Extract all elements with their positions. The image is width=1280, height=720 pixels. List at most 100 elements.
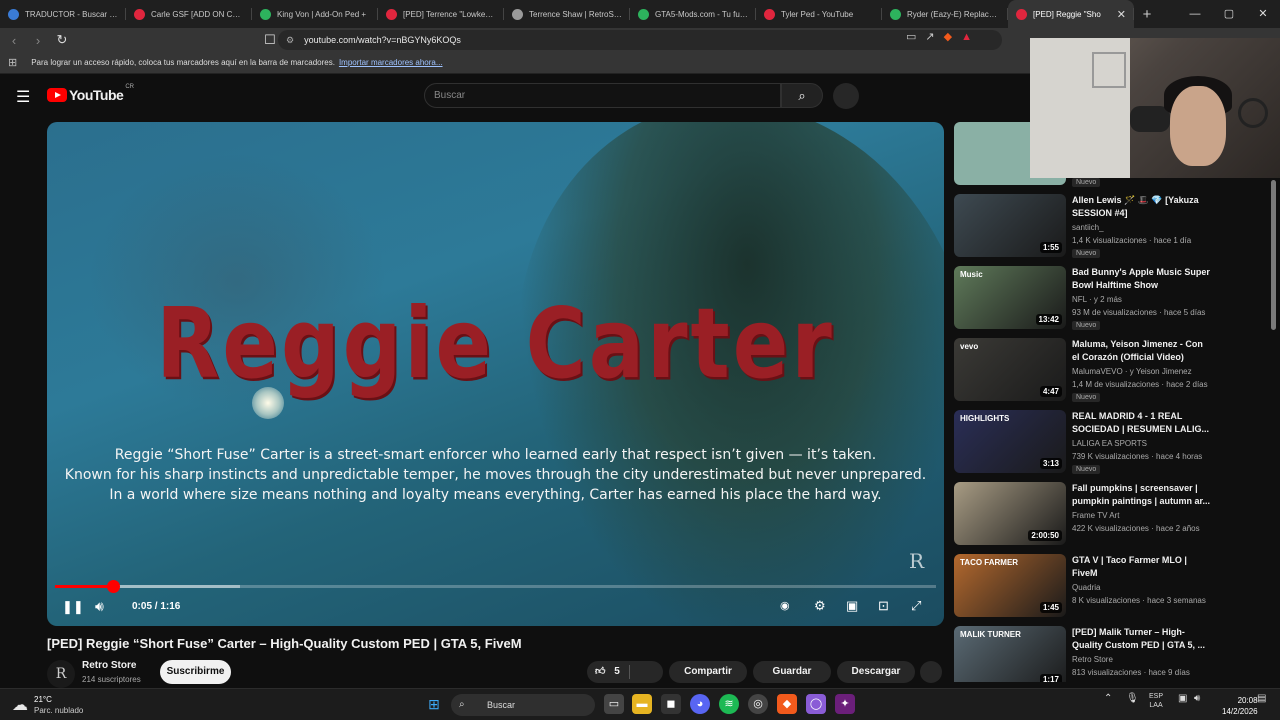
recommendation-card[interactable]: HIGHLIGHTS 3:13 REAL MADRID 4 - 1 REAL SOC…	[954, 410, 1270, 476]
video-thumbnail[interactable]: TACO FARMER 1:45	[954, 554, 1066, 617]
import-bookmarks-link[interactable]: Importar marcadores ahora...	[339, 58, 443, 67]
recommendation-channel[interactable]: Retro Store	[1072, 654, 1222, 666]
video-thumbnail[interactable]: 1:55	[954, 194, 1066, 257]
search-button[interactable]: ⌕	[781, 83, 823, 108]
recommendation-channel[interactable]: NFL · y 2 más	[1072, 294, 1222, 306]
recommendation-title[interactable]: REAL MADRID 4 - 1 REAL SOCIEDAD | RESUME…	[1072, 410, 1212, 436]
scrubber-handle[interactable]	[107, 580, 121, 593]
apps-grid-icon[interactable]: ⊞	[8, 56, 17, 69]
back-icon[interactable]: ‹	[4, 33, 24, 48]
video-thumbnail[interactable]: MALIK TURNER 1:17	[954, 626, 1066, 682]
address-bar[interactable]: ⚙ youtube.com/watch?v=nBGYNy6KOQs	[278, 30, 1002, 50]
download-button[interactable]: Descargar	[837, 661, 915, 683]
recommendation-card[interactable]: TACO FARMER 1:45 GTA V | Taco Farmer MLO |…	[954, 554, 1270, 620]
share-icon[interactable]: ↗	[925, 30, 934, 43]
browser-tab[interactable]: Terrence Shaw | RetroStore	[504, 0, 630, 28]
network-icon[interactable]: ▣	[1178, 693, 1187, 704]
settings-gear-icon[interactable]: ⚙	[814, 598, 826, 614]
file-explorer-icon[interactable]: ▬	[632, 694, 652, 714]
browser-tab[interactable]: [PED] Terrence "Lowkey" S	[378, 0, 504, 28]
menu-icon[interactable]: ☰	[16, 87, 30, 107]
forward-icon[interactable]: ›	[28, 33, 48, 48]
weather-icon[interactable]: ☁	[12, 695, 28, 715]
youtube-logo[interactable]: YouTube CR	[47, 84, 134, 103]
brave-shield-icon[interactable]: ◆	[944, 30, 952, 43]
channel-avatar[interactable]: R	[47, 660, 75, 688]
start-icon[interactable]: ⊞	[424, 694, 444, 714]
new-tab-button[interactable]: +	[1134, 6, 1160, 23]
minimize-button[interactable]: —	[1178, 0, 1212, 28]
language-indicator[interactable]: ESP LAA	[1149, 692, 1163, 710]
recommendation-title[interactable]: Bad Bunny's Apple Music Super Bowl Halft…	[1072, 266, 1212, 292]
browser-tab[interactable]: Tyler Ped - YouTube	[756, 0, 882, 28]
recommendation-title[interactable]: Allen Lewis 🪄 🎩 💎 [Yakuza SESSION #4]	[1072, 194, 1212, 220]
recommendation-channel[interactable]: MalumaVEVO · y Yeison Jimenez	[1072, 366, 1222, 378]
video-thumbnail[interactable]: 2:00:50	[954, 482, 1066, 545]
install-app-icon[interactable]: ▭	[906, 30, 916, 43]
steam-icon[interactable]: ◎	[748, 694, 768, 714]
browser-tab[interactable]: Carle GSF [ADD ON CUST	[126, 0, 252, 28]
notifications-icon[interactable]: ▤	[1257, 693, 1266, 704]
like-button[interactable]: 👍︎ 5	[587, 661, 663, 683]
reload-icon[interactable]: ↻	[52, 32, 72, 48]
search-input[interactable]: Buscar	[424, 83, 781, 108]
recommendation-channel[interactable]: Frame TV Art	[1072, 510, 1222, 522]
recommendation-channel[interactable]: Quadria	[1072, 582, 1222, 594]
spotify-icon[interactable]: ≋	[719, 694, 739, 714]
video-thumbnail[interactable]: vevo 4:47	[954, 338, 1066, 401]
more-actions-button[interactable]	[920, 661, 942, 683]
task-view-icon[interactable]: ▭	[604, 694, 624, 714]
volume-tray-icon[interactable]: 🔊︎	[1194, 693, 1200, 704]
discord-icon[interactable]: ◕	[690, 694, 710, 714]
recommendation-title[interactable]: GTA V | Taco Farmer MLO | FiveM	[1072, 554, 1212, 580]
clock[interactable]: 20:08 14/2/2026	[1222, 695, 1258, 717]
channel-name[interactable]: Retro Store	[82, 660, 136, 671]
recommendation-card[interactable]: 1:55 Allen Lewis 🪄 🎩 💎 [Yakuza SESSION #4…	[954, 194, 1270, 260]
browser-tab[interactable]: TRADUCTOR - Buscar con	[0, 0, 126, 28]
recommendation-title[interactable]: Fall pumpkins | screensaver | pumpkin pa…	[1072, 482, 1212, 508]
save-button[interactable]: Guardar	[753, 661, 831, 683]
video-thumbnail[interactable]: Music 13:42	[954, 266, 1066, 329]
obs-icon[interactable]: ◯	[806, 694, 826, 714]
close-window-button[interactable]: ✕	[1246, 0, 1280, 28]
browser-tab[interactable]: GTA5-Mods.com - Tu fuen	[630, 0, 756, 28]
browser-tab-active[interactable]: [PED] Reggie "Sho ✕	[1008, 0, 1134, 28]
volume-icon[interactable]: 🔊︎	[95, 598, 104, 615]
recommendation-channel[interactable]: santiich_	[1072, 222, 1222, 234]
fullscreen-icon[interactable]: ⤢	[911, 598, 921, 614]
progress-bar[interactable]	[55, 580, 936, 593]
miniplayer-icon[interactable]: ▣	[846, 598, 858, 614]
taskbar-search[interactable]: ⌕ Buscar	[451, 694, 595, 716]
recommendation-card[interactable]: Music 13:42 Bad Bunny's Apple Music Super …	[954, 266, 1270, 332]
browser-tab[interactable]: Ryder (Eazy-E) Replaces Fr	[882, 0, 1008, 28]
autoplay-toggle-icon[interactable]: ◉	[780, 599, 790, 612]
cast-icon[interactable]: ⊡	[878, 598, 889, 614]
sidebar-scrollbar[interactable]	[1271, 180, 1276, 330]
voice-search-button[interactable]	[833, 83, 859, 109]
game-app-icon[interactable]: ◼	[661, 694, 681, 714]
new-badge: Nuevo	[1072, 249, 1101, 258]
recommendation-card[interactable]: MALIK TURNER 1:17 [PED] Malik Turner – Hig…	[954, 626, 1270, 682]
share-button[interactable]: Compartir	[669, 661, 747, 683]
recommendation-title[interactable]: Maluma, Yeison Jimenez - Con el Corazón …	[1072, 338, 1212, 364]
duration-badge: 1:55	[1039, 242, 1062, 253]
browser-tab[interactable]: King Von | Add-On Ped +	[252, 0, 378, 28]
recommendation-channel[interactable]: LALIGA EA SPORTS	[1072, 438, 1222, 450]
site-info-icon[interactable]: ⚙	[286, 35, 294, 46]
bookmark-star-icon[interactable]: ☐	[260, 32, 280, 48]
maximize-button[interactable]: ▢	[1212, 0, 1246, 28]
tray-expand-icon[interactable]: ⌃	[1104, 693, 1112, 704]
brave-rewards-icon[interactable]: ▲	[961, 31, 972, 43]
editor-icon[interactable]: ✦	[835, 694, 855, 714]
close-tab-icon[interactable]: ✕	[1117, 8, 1126, 21]
tray-mic-icon[interactable]: 🎙︎	[1126, 693, 1139, 704]
subscribe-button[interactable]: Suscribirme	[160, 660, 231, 684]
recommendation-card[interactable]: vevo 4:47 Maluma, Yeison Jimenez - Con el …	[954, 338, 1270, 404]
brave-icon[interactable]: ◆	[777, 694, 797, 714]
pause-icon[interactable]: ❚❚	[62, 599, 84, 615]
video-player[interactable]: Reggie Carter Reggie “Short Fuse” Carter…	[47, 122, 944, 626]
video-thumbnail[interactable]: HIGHLIGHTS 3:13	[954, 410, 1066, 473]
channel-watermark[interactable]: R	[909, 549, 924, 573]
recommendation-card[interactable]: 2:00:50 Fall pumpkins | screensaver | pum…	[954, 482, 1270, 548]
recommendation-title[interactable]: [PED] Malik Turner – High-Quality Custom…	[1072, 626, 1212, 652]
